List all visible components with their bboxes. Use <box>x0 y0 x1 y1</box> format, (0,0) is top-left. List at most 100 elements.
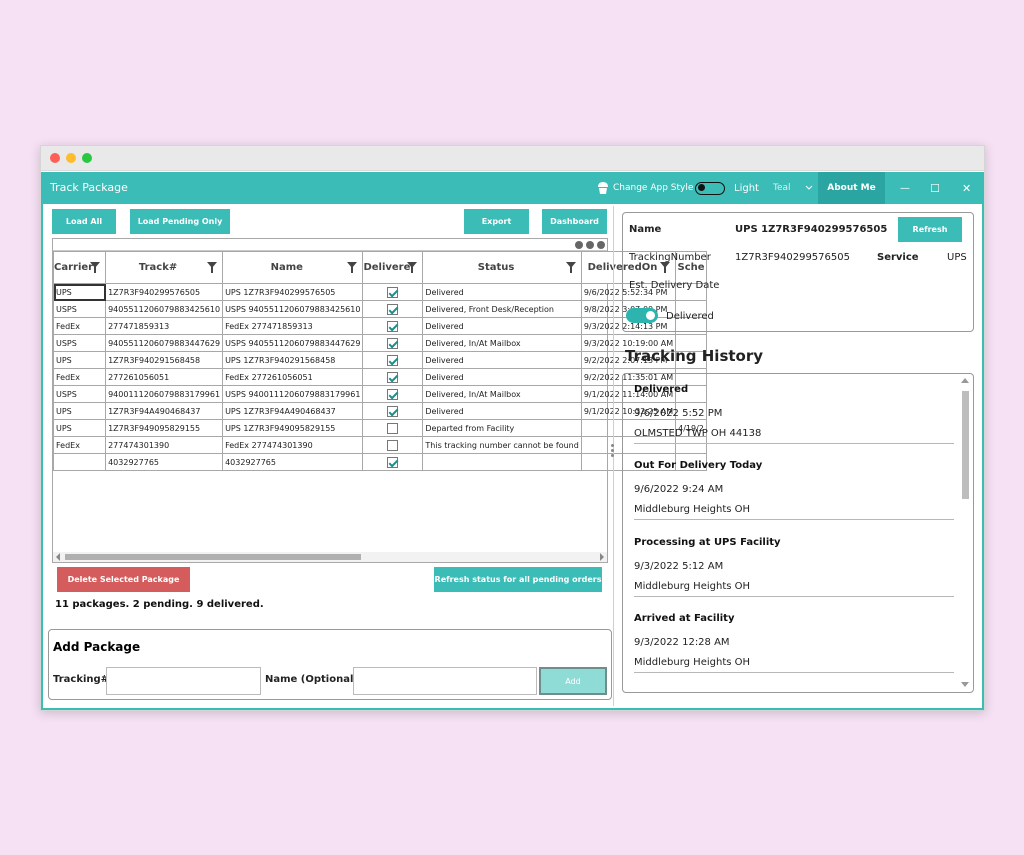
filter-icon[interactable] <box>90 262 101 273</box>
cell-name[interactable]: FedEx 277474301390 <box>222 436 364 454</box>
filter-icon[interactable] <box>565 262 576 273</box>
close-button[interactable]: ✕ <box>962 172 971 204</box>
add-button[interactable]: Add <box>539 667 607 695</box>
column-header[interactable]: Track# <box>105 251 224 284</box>
load-all-button[interactable]: Load All <box>52 209 116 234</box>
load-pending-button[interactable]: Load Pending Only <box>130 209 230 234</box>
scroll-down-icon[interactable] <box>961 682 969 687</box>
horizontal-scrollbar[interactable] <box>53 552 607 562</box>
horizontal-scroll-thumb[interactable] <box>65 554 361 560</box>
export-button[interactable]: Export <box>464 209 529 234</box>
table-row[interactable]: FedEx 277471859313 FedEx 277471859313 Deliv… <box>52 317 707 335</box>
cell-status[interactable]: Delivered <box>422 283 582 301</box>
cell-name[interactable]: 4032927765 <box>222 453 364 471</box>
cell-carrier[interactable] <box>52 453 107 471</box>
delivered-cell[interactable] <box>362 453 424 471</box>
delivered-cell[interactable] <box>362 351 424 369</box>
about-me-button[interactable]: About Me <box>818 172 885 204</box>
delivered-checkbox[interactable] <box>387 303 399 315</box>
scroll-up-icon[interactable] <box>961 378 969 383</box>
history-item[interactable]: Processing at UPS Facility 9/3/2022 5:12 … <box>634 537 954 597</box>
cell-carrier[interactable]: USPS <box>52 385 107 403</box>
cell-track[interactable]: 277261056051 <box>105 368 224 386</box>
cell-name[interactable]: UPS 1Z7R3F940299576505 <box>222 283 364 301</box>
name-input[interactable] <box>353 667 537 695</box>
dashboard-button[interactable]: Dashboard <box>542 209 607 234</box>
delivered-cell[interactable] <box>362 368 424 386</box>
filter-icon[interactable] <box>347 262 358 273</box>
vertical-scroll-thumb[interactable] <box>962 391 969 499</box>
cell-name[interactable]: FedEx 277261056051 <box>222 368 364 386</box>
cell-name[interactable]: UPS 1Z7R3F94A490468437 <box>222 402 364 420</box>
table-row[interactable]: FedEx 277261056051 FedEx 277261056051 Deliv… <box>52 368 707 386</box>
cell-status[interactable]: Delivered, Front Desk/Reception <box>422 300 582 318</box>
cell-name[interactable]: USPS 9405511206079883425610 <box>222 300 364 318</box>
table-row[interactable]: USPS 9405511206079883447629 USPS 940551120… <box>52 334 707 352</box>
cell-status[interactable]: Delivered <box>422 368 582 386</box>
close-dot-icon[interactable] <box>50 153 60 163</box>
delivered-checkbox[interactable] <box>387 439 399 451</box>
table-row[interactable]: UPS 1Z7R3F940291568458 UPS 1Z7R3F940291568… <box>52 351 707 369</box>
delivered-cell[interactable] <box>362 317 424 335</box>
cell-status[interactable]: Delivered <box>422 402 582 420</box>
delivered-checkbox[interactable] <box>387 354 399 366</box>
cell-track[interactable]: 1Z7R3F940299576505 <box>105 283 224 301</box>
filter-icon[interactable] <box>207 262 218 273</box>
cell-status[interactable]: Delivered, In/At Mailbox <box>422 385 582 403</box>
cell-track[interactable]: 1Z7R3F940291568458 <box>105 351 224 369</box>
delete-selected-button[interactable]: Delete Selected Package <box>57 567 190 592</box>
delivered-checkbox[interactable] <box>387 422 399 434</box>
history-item[interactable]: Out For Delivery Today 9/6/2022 9:24 AM Mi… <box>634 460 954 520</box>
grid-more-dot[interactable] <box>597 241 605 249</box>
cell-carrier[interactable]: USPS <box>52 300 107 318</box>
cell-name[interactable]: UPS 1Z7R3F949095829155 <box>222 419 364 437</box>
cell-status[interactable]: Delivered <box>422 317 582 335</box>
column-header[interactable]: Delivere <box>362 251 424 284</box>
delivered-checkbox[interactable] <box>387 320 399 332</box>
cell-carrier[interactable]: USPS <box>52 334 107 352</box>
theme-color-select[interactable]: Teal <box>773 172 813 204</box>
zoom-dot-icon[interactable] <box>82 153 92 163</box>
table-row[interactable]: UPS 1Z7R3F949095829155 UPS 1Z7R3F949095829… <box>52 419 707 437</box>
cell-name[interactable]: USPS 9400111206079883179961 <box>222 385 364 403</box>
delivered-cell[interactable] <box>362 436 424 454</box>
tracking-input[interactable] <box>106 667 261 695</box>
theme-toggle-switch[interactable] <box>695 181 725 195</box>
filter-icon[interactable] <box>407 262 418 273</box>
cell-status[interactable] <box>422 453 582 471</box>
cell-status[interactable]: Delivered, In/At Mailbox <box>422 334 582 352</box>
cell-name[interactable]: UPS 1Z7R3F940291568458 <box>222 351 364 369</box>
cell-carrier[interactable]: UPS <box>52 419 107 437</box>
refresh-pending-button[interactable]: Refresh status for all pending orders <box>434 567 602 592</box>
table-row[interactable]: UPS 1Z7R3F940299576505 UPS 1Z7R3F940299576… <box>52 283 707 301</box>
refresh-detail-button[interactable]: Refresh <box>898 217 962 242</box>
cell-track[interactable]: 1Z7R3F94A490468437 <box>105 402 224 420</box>
table-row[interactable]: USPS 9405511206079883425610 USPS 940551120… <box>52 300 707 318</box>
cell-track[interactable]: 1Z7R3F949095829155 <box>105 419 224 437</box>
cell-track[interactable]: 277471859313 <box>105 317 224 335</box>
cell-carrier[interactable]: FedEx <box>52 436 107 454</box>
cell-carrier[interactable]: FedEx <box>52 317 107 335</box>
cell-track[interactable]: 4032927765 <box>105 453 224 471</box>
delivered-checkbox[interactable] <box>387 286 399 298</box>
cell-carrier[interactable]: UPS <box>52 283 107 301</box>
scroll-right-icon[interactable] <box>599 553 605 561</box>
delivered-toggle[interactable] <box>626 308 658 323</box>
delivered-cell[interactable] <box>362 385 424 403</box>
history-item[interactable]: Arrived at Facility 9/3/2022 12:28 AM Midd… <box>634 613 954 673</box>
delivered-cell[interactable] <box>362 283 424 301</box>
cell-status[interactable]: This tracking number cannot be found <box>422 436 582 454</box>
delivered-checkbox[interactable] <box>387 337 399 349</box>
cell-status[interactable]: Delivered <box>422 351 582 369</box>
maximize-button[interactable]: ☐ <box>930 172 940 204</box>
cell-carrier[interactable]: UPS <box>52 351 107 369</box>
table-row[interactable]: FedEx 277474301390 FedEx 277474301390 This … <box>52 436 707 454</box>
delivered-cell[interactable] <box>362 334 424 352</box>
delivered-checkbox[interactable] <box>387 405 399 417</box>
column-header[interactable]: Name <box>222 251 364 284</box>
vertical-scrollbar[interactable] <box>960 374 970 691</box>
grid-more-dot[interactable] <box>575 241 583 249</box>
theme-toggle[interactable] <box>695 172 725 204</box>
cell-name[interactable]: FedEx 277471859313 <box>222 317 364 335</box>
grid-more-dot[interactable] <box>586 241 594 249</box>
